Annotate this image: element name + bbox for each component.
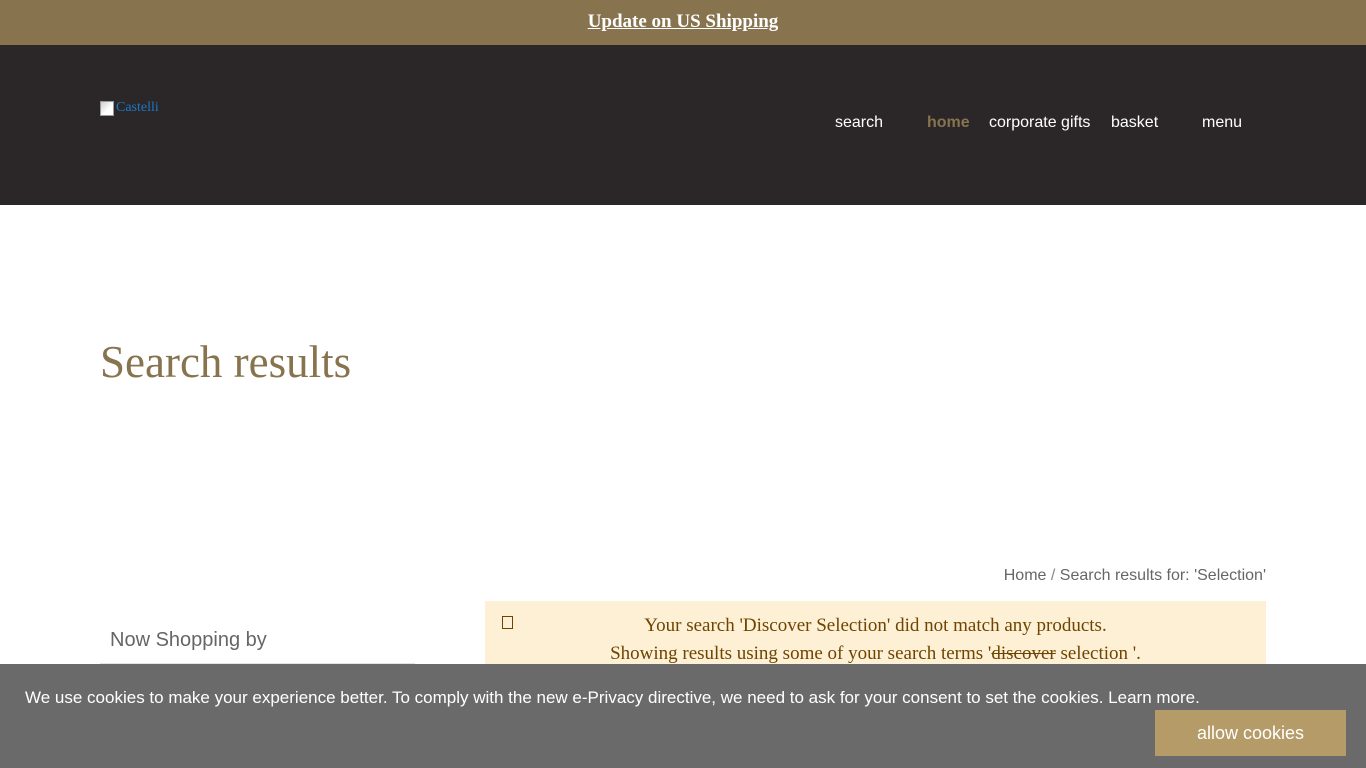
notice-struck-term: discover xyxy=(991,643,1056,664)
cookie-consent-bar: We use cookies to make your experience b… xyxy=(0,664,1366,768)
notice-icon xyxy=(502,616,513,629)
nav-menu[interactable]: menu xyxy=(1202,114,1242,132)
now-shopping-by-title: Now Shopping by xyxy=(100,626,415,664)
cookie-message: We use cookies to make your experience b… xyxy=(25,688,1200,707)
breadcrumb-separator: / xyxy=(1050,567,1056,584)
breadcrumb: Home / Search results for: 'Selection' xyxy=(1004,567,1266,585)
allow-cookies-button[interactable]: allow cookies xyxy=(1155,710,1346,756)
us-shipping-update-link[interactable]: Update on US Shipping xyxy=(588,11,779,33)
breadcrumb-home[interactable]: Home xyxy=(1004,567,1047,584)
notice-line-2-suffix: selection '. xyxy=(1055,643,1141,664)
page-title: Search results xyxy=(100,337,352,387)
notice-line-2-prefix: Showing results using some of your searc… xyxy=(610,643,992,664)
site-header: Castelli search home corporate gifts bas… xyxy=(0,45,1366,205)
announcement-bar: Update on US Shipping xyxy=(0,0,1366,45)
nav-basket[interactable]: basket xyxy=(1111,114,1158,132)
logo[interactable]: Castelli xyxy=(100,100,159,116)
broken-image-icon xyxy=(100,100,114,116)
logo-alt-text: Castelli xyxy=(116,100,159,115)
nav-corporate-gifts[interactable]: corporate gifts xyxy=(989,114,1090,132)
nav-home[interactable]: home xyxy=(927,114,970,132)
breadcrumb-current: Search results for: 'Selection' xyxy=(1059,567,1266,584)
nav-search[interactable]: search xyxy=(835,114,883,132)
notice-line-1: Your search 'Discover Selection' did not… xyxy=(644,615,1107,636)
